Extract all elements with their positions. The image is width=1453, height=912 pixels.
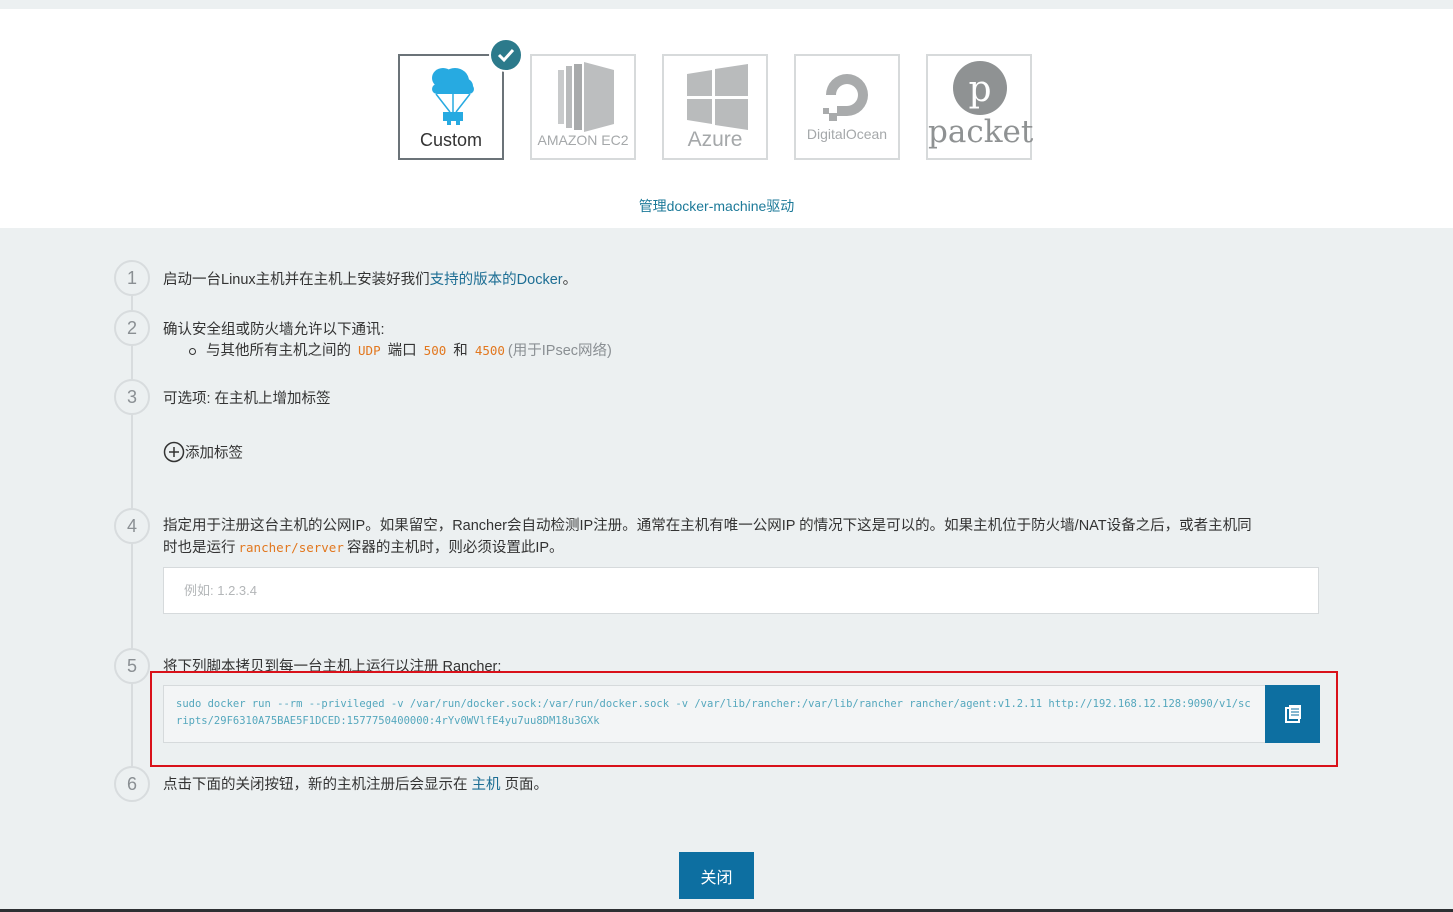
driver-digitalocean-label: DigitalOcean [806,126,888,142]
rancher-server-code: rancher/server [238,540,344,555]
step-4-line-2-intro: 时也是运行 [163,540,236,556]
bullet-intro: 与其他所有主机之间的 [206,343,351,359]
driver-amazon-ec2-label: AMAZON EC2 [537,132,629,148]
step-1-text: 启动一台Linux主机并在主机上安装好我们支持的版本的Docker。 [163,268,577,289]
driver-custom[interactable]: Custom [398,54,504,160]
step-1-number: 1 [114,260,150,296]
driver-amazon-ec2[interactable]: AMAZON EC2 [530,54,636,160]
manage-docker-machine-drivers-link[interactable]: 管理docker-machine驱动 [0,196,1433,216]
svg-text:p: p [968,69,991,110]
step-6-intro: 点击下面的关闭按钮，新的主机注册后会显示在 [163,777,468,793]
highlight-annotation [150,671,1338,767]
port-word: 端口 [387,343,417,359]
step-2-title: 确认安全组或防火墙允许以下通讯: [163,322,385,338]
public-ip-input[interactable] [163,567,1319,614]
driver-custom-label: Custom [419,130,482,150]
driver-azure-label: Azure [687,128,743,151]
driver-digitalocean[interactable]: DigitalOcean [794,54,900,160]
digitalocean-icon [823,74,868,121]
ipsec-note: (用于IPsec网络) [507,343,612,359]
selected-check-icon [489,38,523,72]
plus-circle-icon [163,441,185,463]
port-500: 500 [423,343,447,358]
bullet-icon [189,347,196,355]
step-1-end: 。 [562,272,578,288]
top-strip [0,0,1453,9]
and-word: 和 [453,343,468,359]
driver-selection-panel: Custom AMAZON EC2 Azure DigitalOcean p p… [0,9,1453,228]
step-4-number: 4 [114,508,150,544]
driver-azure[interactable]: Azure [662,54,768,160]
udp-protocol: UDP [358,343,381,358]
step-3-title: 可选项: 在主机上增加标签 [163,391,331,407]
close-button[interactable]: 关闭 [679,852,754,899]
docker-link[interactable]: Docker [517,272,563,288]
step-6-number: 6 [114,766,150,802]
step-6-text: 点击下面的关闭按钮，新的主机注册后会显示在 主机 页面。 [163,773,548,794]
step-1-intro: 启动一台Linux主机并在主机上安装好我们 [163,272,430,288]
step-3-number: 3 [114,379,150,415]
port-4500: 4500 [474,343,505,358]
step-2-number: 2 [114,310,150,346]
step-4-line-1: 指定用于注册这台主机的公网IP。如果留空，Rancher会自动检测IP注册。通常… [163,518,1252,534]
driver-packet-label: packet [928,114,1034,150]
step-4-line-2-end: 容器的主机时，则必须设置此IP。 [346,540,564,556]
step-2-bullet: 与其他所有主机之间的 UDP 端口 500 和 4500 (用于IPsec网络) [189,339,612,360]
add-label-button[interactable]: 添加标签 [163,441,243,463]
driver-packet[interactable]: p packet [926,54,1034,160]
step-4-text: 指定用于注册这台主机的公网IP。如果留空，Rancher会自动检测IP注册。通常… [163,516,1323,559]
add-label-text: 添加标签 [185,445,243,462]
step-5-number: 5 [114,648,150,684]
hosts-page-link[interactable]: 主机 [472,777,501,793]
supported-versions-link[interactable]: 支持的版本的 [430,272,517,288]
step-6-end: 页面。 [504,777,549,793]
